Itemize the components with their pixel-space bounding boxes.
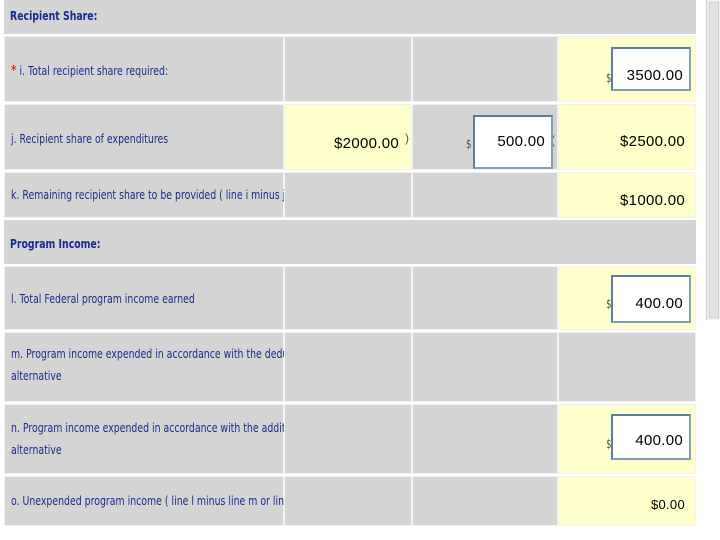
row-n-col3 [412, 404, 558, 474]
row-n-label-line2: alternative [11, 443, 62, 457]
recipient-share-col2-value: $2000.00 [334, 135, 399, 152]
recipient-share-col3-input[interactable]: 500.00 [473, 115, 553, 169]
vertical-scrollbar[interactable] [706, 0, 720, 320]
row-o-label-cell: o. Unexpended program income ( line l mi… [4, 476, 302, 526]
row-k-col2 [284, 172, 412, 218]
row-m-col2 [284, 332, 412, 402]
required-marker: * [11, 63, 17, 79]
row-m-label: m. Program income expended in accordance… [11, 343, 311, 387]
row-j-total-cell: $2500.00 [558, 104, 696, 170]
recipient-share-total-value: $2500.00 [620, 133, 685, 150]
program-income-header: Program Income: [4, 220, 696, 264]
row-m-label-line1: m. Program income expended in accordance… [11, 347, 312, 361]
row-k-col3 [412, 172, 558, 218]
row-i-label: * i. Total recipient share required: [11, 59, 168, 83]
section-title: Recipient Share: [10, 9, 98, 23]
row-m-col3 [412, 332, 558, 402]
row-j-col2-cell: $2000.00 ) [284, 104, 412, 170]
row-j-label-cell: j. Recipient share of expenditures [4, 104, 284, 170]
row-j-label: j. Recipient share of expenditures [11, 132, 169, 146]
row-l-col2 [284, 266, 412, 330]
row-o-col2 [284, 476, 412, 526]
program-income-addition-input[interactable]: 400.00 [611, 414, 691, 460]
row-k-label-cell: k. Remaining recipient share to be provi… [4, 172, 289, 218]
row-l-label: l. Total Federal program income earned [11, 292, 195, 306]
recipient-share-header: Recipient Share: [4, 0, 696, 34]
row-i-label-text: i. Total recipient share required: [19, 64, 169, 78]
form-frame: Recipient Share: * i. Total recipient sh… [0, 0, 698, 540]
row-n-col2 [284, 404, 412, 474]
federal-program-income-input[interactable]: 400.00 [611, 275, 691, 323]
remaining-share-value: $1000.00 [620, 192, 685, 209]
row-l-col3 [412, 266, 558, 330]
cell-edge-mark: ) [405, 131, 409, 145]
row-k-label: k. Remaining recipient share to be provi… [11, 188, 289, 202]
row-m-col4 [558, 332, 696, 402]
row-l-label-cell: l. Total Federal program income earned [4, 266, 284, 330]
row-n-label-cell: n. Program income expended in accordance… [4, 404, 300, 474]
row-i-col2 [284, 36, 412, 102]
row-o-label: o. Unexpended program income ( line l mi… [11, 494, 303, 508]
unexpended-income-value: $0.00 [650, 497, 685, 512]
row-n-label: n. Program income expended in accordance… [11, 417, 300, 461]
currency-symbol: $ [466, 137, 472, 151]
row-m-label-line2: alternative [11, 369, 62, 383]
row-k-total-cell: $1000.00 [558, 172, 696, 218]
row-o-total-cell: $0.00 [558, 476, 696, 526]
scrollbar-thumb[interactable] [709, 2, 719, 318]
row-o-col3 [412, 476, 558, 526]
section-title: Program Income: [10, 237, 101, 251]
row-m-label-cell: m. Program income expended in accordance… [4, 332, 311, 402]
row-n-label-line1: n. Program income expended in accordance… [11, 421, 300, 435]
total-recipient-share-input[interactable]: 3500.00 [611, 47, 691, 91]
row-i-col3 [412, 36, 558, 102]
row-i-label-cell: * i. Total recipient share required: [4, 36, 284, 102]
